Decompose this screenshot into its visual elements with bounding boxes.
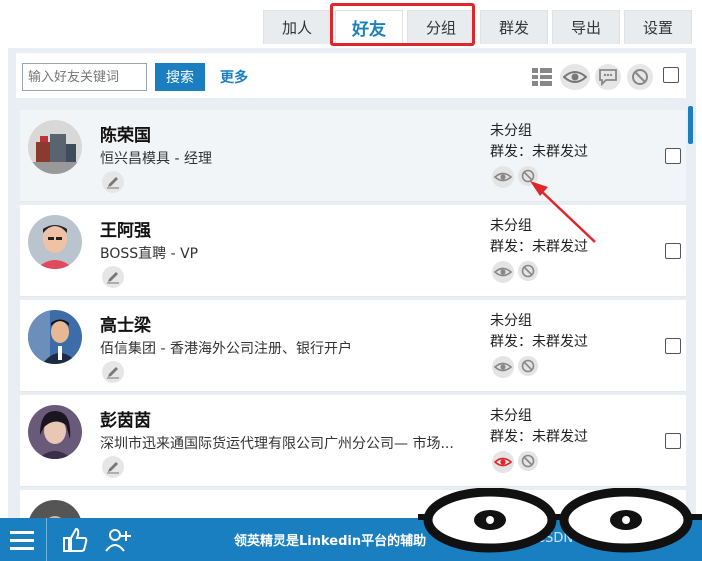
row-checkbox[interactable] (665, 243, 681, 259)
grid-icon[interactable] (529, 64, 555, 90)
tab-bar: 加人 好友 分组 群发 导出 设置 (0, 0, 702, 48)
message-status: 群发：未群发过 (490, 239, 588, 255)
avatar (28, 120, 82, 174)
contact-name[interactable]: 陈荣国 (100, 121, 151, 146)
eye-icon[interactable] (492, 356, 514, 378)
add-user-icon[interactable] (103, 525, 133, 559)
ban-icon[interactable] (518, 451, 538, 471)
row-checkbox[interactable] (665, 433, 681, 449)
eye-icon[interactable] (492, 451, 514, 473)
ban-icon[interactable] (518, 261, 538, 281)
chat-icon[interactable] (595, 64, 621, 90)
ban-icon[interactable] (518, 166, 538, 186)
contact-company: 深圳市迅来通国际货运代理有限公司广州分公司— 市场... (100, 436, 454, 452)
contact-company: BOSS直聘 - VP (100, 246, 199, 262)
tab-export[interactable]: 导出 (552, 10, 620, 44)
glasses-overlay (418, 488, 702, 553)
eye-icon[interactable] (492, 166, 514, 188)
list-item[interactable]: 高士梁 佰信集团 - 香港海外公司注册、银行开户 未分组 群发：未群发过 (20, 300, 690, 392)
avatar (28, 310, 82, 364)
avatar (28, 405, 82, 459)
menu-icon[interactable] (6, 524, 38, 556)
tab-settings[interactable]: 设置 (624, 10, 692, 44)
search-input[interactable] (22, 63, 147, 91)
more-link[interactable]: 更多 (220, 67, 248, 87)
message-status: 群发：未群发过 (490, 334, 588, 350)
tab-label: 加人 (281, 19, 312, 37)
tab-label: 导出 (570, 19, 601, 37)
avatar (28, 215, 82, 269)
tab-broadcast[interactable]: 群发 (480, 10, 548, 44)
toolbar: 搜索 更多 (16, 53, 695, 98)
edit-icon[interactable] (102, 456, 124, 478)
search-button[interactable]: 搜索 (155, 63, 205, 91)
message-status: 群发：未群发过 (490, 429, 588, 445)
message-status: 群发：未群发过 (490, 144, 588, 160)
contact-list: 陈荣国 恒兴昌模具 - 经理 未分组 群发：未群发过 王阿强 BOSS直聘 - … (20, 110, 690, 518)
divider (46, 518, 47, 561)
contact-company: 恒兴昌模具 - 经理 (100, 151, 212, 167)
group-label: 未分组 (490, 408, 532, 424)
tab-label: 群发 (498, 19, 529, 37)
group-label: 未分组 (490, 218, 532, 234)
highlight-box (330, 3, 475, 46)
eye-icon[interactable] (492, 261, 514, 283)
tab-add[interactable]: 加人 (263, 10, 331, 44)
scrollbar[interactable] (686, 48, 696, 518)
scrollbar-thumb[interactable] (688, 106, 693, 144)
edit-icon[interactable] (102, 171, 124, 193)
thumbs-up-icon[interactable] (60, 525, 90, 559)
edit-icon[interactable] (102, 266, 124, 288)
list-item[interactable]: 陈荣国 恒兴昌模具 - 经理 未分组 群发：未群发过 (20, 110, 690, 202)
footer-banner: 领英精灵是Linkedin平台的辅助 (234, 534, 427, 549)
list-item[interactable]: 彭茵茵 深圳市迅来通国际货运代理有限公司广州分公司— 市场... 未分组 群发：… (20, 395, 690, 487)
friends-panel: 搜索 更多 陈荣国 恒兴昌模具 - 经理 未分组 群发：未群发过 (8, 48, 696, 518)
eye-icon[interactable] (560, 64, 590, 90)
select-all-checkbox[interactable] (663, 67, 679, 83)
ban-icon[interactable] (627, 64, 653, 90)
contact-name[interactable]: 高士梁 (100, 311, 151, 336)
group-label: 未分组 (490, 313, 532, 329)
ban-icon[interactable] (518, 356, 538, 376)
row-checkbox[interactable] (665, 148, 681, 164)
contact-name[interactable]: 彭茵茵 (100, 406, 151, 431)
contact-name[interactable]: 王阿强 (100, 216, 151, 241)
avatar (28, 500, 82, 518)
row-checkbox[interactable] (665, 338, 681, 354)
tab-label: 设置 (642, 19, 673, 37)
group-label: 未分组 (490, 123, 532, 139)
edit-icon[interactable] (102, 361, 124, 383)
list-item[interactable]: 王阿强 BOSS直聘 - VP 未分组 群发：未群发过 (20, 205, 690, 297)
contact-company: 佰信集团 - 香港海外公司注册、银行开户 (100, 341, 352, 357)
